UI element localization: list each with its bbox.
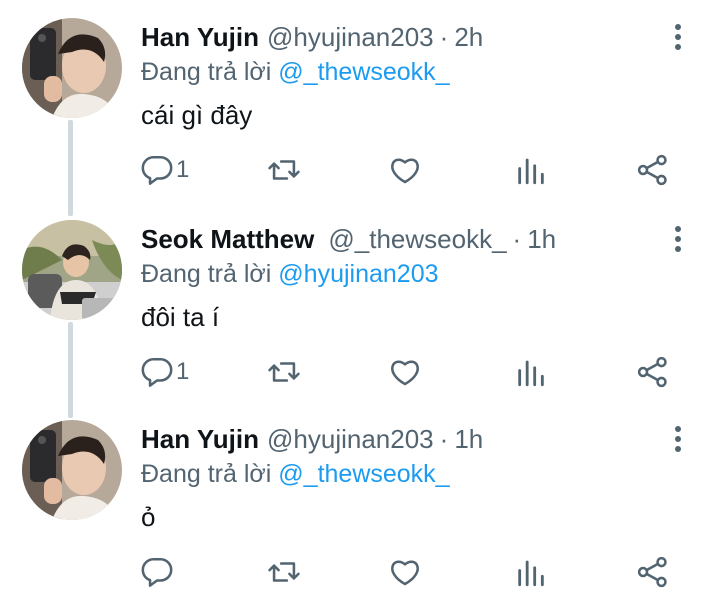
timestamp[interactable]: 1h xyxy=(454,422,483,456)
reply-icon xyxy=(141,557,173,587)
tweet-text: đôi ta í xyxy=(141,302,220,332)
more-options-icon[interactable] xyxy=(664,424,692,454)
reply-count: 1 xyxy=(176,358,190,385)
retweet-icon xyxy=(268,562,300,582)
retweet-icon xyxy=(268,160,300,180)
mention-link[interactable]: @_thewseokk_ xyxy=(278,460,449,488)
share-icon xyxy=(637,356,667,388)
user-handle[interactable]: @hyujinan203 xyxy=(267,20,434,54)
reply-button[interactable]: 1 xyxy=(140,352,189,392)
avatar[interactable] xyxy=(22,18,122,118)
separator: · xyxy=(512,224,522,254)
like-icon xyxy=(391,560,419,586)
separator: · xyxy=(439,424,449,454)
timestamp[interactable]: 1h xyxy=(527,222,556,256)
tweet-header: Han Yujin @hyujinan203 · 1h xyxy=(141,422,483,456)
action-bar: 1 xyxy=(0,150,720,190)
display-name[interactable]: Seok Matthew xyxy=(141,222,314,256)
tweet-header: Seok Matthew @_thewseokk_ · 1h xyxy=(141,222,556,256)
analytics-icon xyxy=(518,360,544,387)
reply-count: 1 xyxy=(176,156,190,183)
mention-link[interactable]: @hyujinan203 xyxy=(278,260,438,288)
user-handle[interactable]: @_thewseokk_ xyxy=(328,222,506,256)
replying-to-label: Đang trả lời xyxy=(141,58,279,86)
replying-to: Đang trả lời @hyujinan203 xyxy=(141,258,439,290)
replying-to-label: Đang trả lời xyxy=(141,260,279,288)
like-icon xyxy=(391,158,419,184)
analytics-button[interactable] xyxy=(514,150,548,190)
reply-icon xyxy=(141,357,173,387)
like-button[interactable] xyxy=(388,150,422,190)
share-button[interactable] xyxy=(636,552,670,592)
reply-icon xyxy=(141,155,173,185)
replying-to: Đang trả lời @_thewseokk_ xyxy=(141,458,450,490)
share-button[interactable] xyxy=(636,352,670,392)
analytics-icon xyxy=(518,560,544,587)
analytics-icon xyxy=(518,158,544,185)
like-button[interactable] xyxy=(388,352,422,392)
retweet-button[interactable] xyxy=(266,552,302,592)
action-bar xyxy=(0,552,720,592)
retweet-icon xyxy=(268,362,300,382)
avatar[interactable] xyxy=(22,420,122,520)
share-icon xyxy=(637,556,667,588)
more-options-icon[interactable] xyxy=(664,22,692,52)
retweet-button[interactable] xyxy=(266,150,302,190)
tweet-text: ỏ xyxy=(141,502,156,532)
action-bar: 1 xyxy=(0,352,720,392)
share-icon xyxy=(637,154,667,186)
replying-to-label: Đang trả lời xyxy=(141,460,279,488)
analytics-button[interactable] xyxy=(514,352,548,392)
display-name[interactable]: Han Yujin xyxy=(141,422,259,456)
like-button[interactable] xyxy=(388,552,422,592)
like-icon xyxy=(391,360,419,386)
replying-to: Đang trả lời @_thewseokk_ xyxy=(141,56,450,88)
reply-button[interactable] xyxy=(140,552,176,592)
analytics-button[interactable] xyxy=(514,552,548,592)
more-options-icon[interactable] xyxy=(664,224,692,254)
share-button[interactable] xyxy=(636,150,670,190)
reply-button[interactable]: 1 xyxy=(140,150,189,190)
timestamp[interactable]: 2h xyxy=(454,20,483,54)
tweet[interactable]: Han Yujin @hyujinan203 · 2h Đang trả lời… xyxy=(0,0,720,202)
tweet[interactable]: Seok Matthew @_thewseokk_ · 1h Đang trả … xyxy=(0,202,720,404)
display-name[interactable]: Han Yujin xyxy=(141,20,259,54)
tweet-header: Han Yujin @hyujinan203 · 2h xyxy=(141,20,483,54)
tweet[interactable]: Han Yujin @hyujinan203 · 1h Đang trả lời… xyxy=(0,402,720,604)
user-handle[interactable]: @hyujinan203 xyxy=(267,422,434,456)
mention-link[interactable]: @_thewseokk_ xyxy=(278,58,449,86)
separator: · xyxy=(439,22,449,52)
avatar[interactable] xyxy=(22,220,122,320)
retweet-button[interactable] xyxy=(266,352,302,392)
tweet-text: cái gì đây xyxy=(141,100,253,130)
